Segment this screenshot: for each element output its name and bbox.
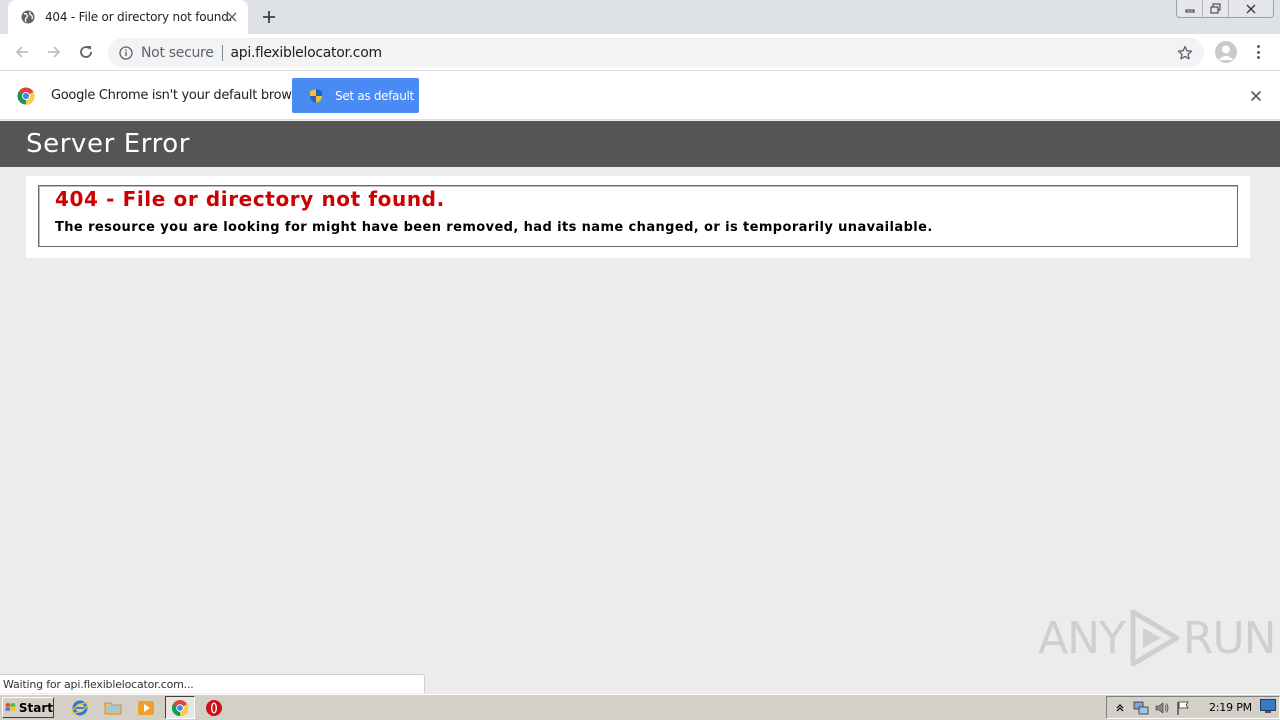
error-description: The resource you are looking for might h… xyxy=(55,220,933,235)
arrow-left-icon xyxy=(15,46,28,58)
folder-icon[interactable] xyxy=(103,698,123,718)
server-error-header: Server Error xyxy=(0,121,1280,167)
close-window-button[interactable] xyxy=(1229,0,1273,17)
error-fieldset: 404 - File or directory not found. The r… xyxy=(38,185,1238,247)
browser-toolbar: Not secure api.flexiblelocator.com xyxy=(0,34,1280,71)
reload-icon xyxy=(80,46,92,58)
windows-logo-icon xyxy=(5,703,16,712)
browser-tab[interactable]: 404 - File or directory not found. xyxy=(8,0,248,34)
tab-strip: 404 - File or directory not found. xyxy=(0,0,1280,34)
speaker-icon[interactable] xyxy=(1154,700,1170,716)
divider xyxy=(221,44,223,61)
globe-icon xyxy=(20,9,36,25)
start-button[interactable]: Start xyxy=(2,697,54,718)
taskbar-clock[interactable]: 2:19 PM xyxy=(1209,701,1252,714)
watermark-right: RUN xyxy=(1182,612,1277,664)
action-center-flag-icon[interactable] xyxy=(1175,700,1191,716)
bookmark-star-icon[interactable] xyxy=(1176,44,1194,62)
chrome-logo-icon xyxy=(17,87,35,105)
opera-icon[interactable] xyxy=(204,698,224,718)
security-label: Not secure xyxy=(141,44,214,61)
internet-explorer-icon[interactable] xyxy=(70,698,90,718)
set-as-default-button[interactable]: Set as default xyxy=(292,78,419,113)
anyrun-watermark: ANY RUN xyxy=(1038,608,1277,668)
page-title: Server Error xyxy=(26,129,191,159)
system-tray: 2:19 PM xyxy=(1106,696,1280,719)
infobar-close-icon[interactable] xyxy=(1248,88,1264,104)
uac-shield-icon xyxy=(310,88,322,103)
set-as-default-label: Set as default xyxy=(335,88,414,103)
reload-button[interactable] xyxy=(74,40,98,64)
chevron-up-icon[interactable] xyxy=(1112,700,1128,716)
back-button[interactable] xyxy=(10,40,34,64)
infobar-message: Google Chrome isn't your default browser xyxy=(51,88,311,103)
status-bubble: Waiting for api.flexiblelocator.com... xyxy=(0,674,425,693)
profile-avatar-icon[interactable] xyxy=(1215,41,1237,63)
network-icon[interactable] xyxy=(1133,700,1149,716)
watermark-left: ANY xyxy=(1038,612,1126,664)
restore-button[interactable] xyxy=(1203,0,1229,17)
url-text[interactable]: api.flexiblelocator.com xyxy=(231,45,383,61)
minimize-button[interactable] xyxy=(1177,0,1203,17)
error-content: 404 - File or directory not found. The r… xyxy=(26,176,1250,258)
info-icon[interactable] xyxy=(118,45,134,61)
address-bar[interactable]: Not secure api.flexiblelocator.com xyxy=(108,38,1204,67)
chrome-taskbar-icon[interactable] xyxy=(165,696,195,719)
new-tab-button[interactable] xyxy=(259,7,279,27)
error-title: 404 - File or directory not found. xyxy=(55,187,445,211)
windows-taskbar: Start 2:19 PM xyxy=(0,694,1280,720)
start-label: Start xyxy=(18,700,53,715)
chrome-icon xyxy=(171,699,189,716)
tab-close-icon[interactable] xyxy=(224,9,240,25)
show-desktop-icon[interactable] xyxy=(1260,699,1276,713)
media-player-icon[interactable] xyxy=(136,698,156,718)
forward-button[interactable] xyxy=(42,40,66,64)
plus-icon xyxy=(263,11,275,23)
play-triangle-icon xyxy=(1130,609,1180,667)
default-browser-infobar: Google Chrome isn't your default browser… xyxy=(0,71,1280,120)
arrow-right-icon xyxy=(48,46,61,58)
window-controls xyxy=(1176,0,1274,18)
tab-title: 404 - File or directory not found. xyxy=(45,10,233,24)
menu-kebab-icon[interactable] xyxy=(1250,42,1266,62)
